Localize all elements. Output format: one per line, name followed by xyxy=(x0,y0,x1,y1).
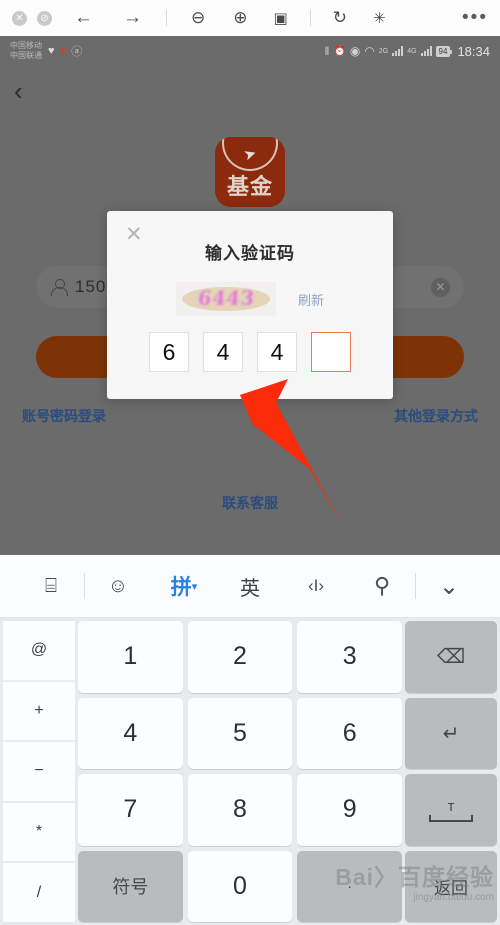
space-bar-icon xyxy=(429,814,473,822)
key-2[interactable]: 2 xyxy=(187,621,293,693)
person-icon xyxy=(50,278,68,296)
keyboard-toolbar: ⌸ ☺ 拼 ▾ 英 ‹I› ⚲ ⌄ xyxy=(0,555,500,618)
collapse-keyboard-icon[interactable]: ⌄ xyxy=(416,572,482,601)
account-icon: ⓐ xyxy=(71,46,83,58)
emoji-icon[interactable]: ☺ xyxy=(85,575,151,598)
app-back-icon[interactable]: ‹ xyxy=(14,78,23,104)
stop-glyph: ✕ xyxy=(12,10,27,26)
key-dot[interactable]: · xyxy=(297,850,403,922)
code-box-1[interactable]: 6 xyxy=(149,332,189,372)
browser-toolbar: ✕ ⊘ ← → ⊖ ⊕ ▣ ↻ ✳ ••• xyxy=(0,0,500,36)
voice-space-key[interactable]: ᴛ xyxy=(405,774,497,846)
captcha-image[interactable]: 6443 xyxy=(175,282,276,316)
zoom-in-icon[interactable]: ⊕ xyxy=(233,8,247,28)
return-key[interactable]: 返回 xyxy=(405,850,497,922)
more-options-button[interactable]: ••• xyxy=(462,8,488,27)
key-4[interactable]: 4 xyxy=(78,697,183,769)
key-9[interactable]: 9 xyxy=(297,774,403,846)
captcha-row: 6443 刷新 xyxy=(107,282,393,316)
search-icon[interactable]: ⚲ xyxy=(349,573,415,599)
dialog-title: 输入验证码 xyxy=(205,244,295,263)
carrier-1-label: 中国移动 xyxy=(10,41,42,50)
captcha-dialog: ✕ 输入验证码 6443 刷新 6 4 4 xyxy=(107,211,393,399)
operator-column: @ + − * / xyxy=(3,621,75,922)
key-8[interactable]: 8 xyxy=(187,774,293,846)
action-column: ⌫ ↵ ᴛ 返回 xyxy=(405,621,497,922)
code-box-3[interactable]: 4 xyxy=(257,332,297,372)
cursor-move-icon[interactable]: ‹I› xyxy=(283,576,349,596)
keyboard: ⌸ ☺ 拼 ▾ 英 ‹I› ⚲ ⌄ @ + − * / 1 2 3 4 5 6 … xyxy=(0,555,500,925)
close-icon[interactable]: ✕ xyxy=(125,224,143,245)
fit-width-icon[interactable]: ▣ xyxy=(274,9,288,27)
alarm-icon: ⏰ xyxy=(333,45,346,57)
key-1[interactable]: 1 xyxy=(78,621,183,693)
code-input-row: 6 4 4 xyxy=(107,332,393,372)
sim1-signal-icon xyxy=(392,46,404,56)
backspace-key[interactable]: ⌫ xyxy=(405,621,497,693)
magic-wand-icon[interactable]: ✳ xyxy=(373,9,386,27)
app-logo: ➤ 基金 xyxy=(215,137,285,207)
code-box-2[interactable]: 4 xyxy=(203,332,243,372)
keyboard-grid-icon[interactable]: ⌸ xyxy=(18,575,84,598)
number-column: 1 2 3 4 5 6 7 8 9 符号 0 · xyxy=(78,621,403,922)
number-row-1: 1 2 3 xyxy=(78,621,403,693)
heart-icon: ♥ xyxy=(48,45,55,57)
sim1-network-label: 2G xyxy=(378,47,389,55)
other-login-methods-link[interactable]: 其他登录方式 xyxy=(394,406,478,426)
key-at[interactable]: @ xyxy=(3,621,75,681)
chevron-down-icon: ▾ xyxy=(191,580,198,593)
clear-input-icon[interactable]: ✕ xyxy=(431,277,450,297)
back-arrow-icon[interactable]: ← xyxy=(74,7,93,29)
password-login-link[interactable]: 账号密码登录 xyxy=(22,406,106,426)
clock-label: 18:34 xyxy=(457,43,490,59)
battery-indicator: 94 xyxy=(435,45,453,57)
refresh-captcha-button[interactable]: 刷新 xyxy=(298,290,324,309)
enter-key[interactable]: ↵ xyxy=(405,697,497,769)
carrier-2-label: 中国联通 xyxy=(10,51,42,60)
microphone-icon: ᴛ xyxy=(447,797,455,815)
key-6[interactable]: 6 xyxy=(297,697,403,769)
notification-tray: ♥ ● ⓐ xyxy=(48,43,82,59)
key-plus[interactable]: + xyxy=(3,681,75,742)
key-5[interactable]: 5 xyxy=(187,697,293,769)
tab-pinyin[interactable]: 拼 ▾ xyxy=(151,571,217,601)
key-0[interactable]: 0 xyxy=(187,850,293,922)
app-icon: ● xyxy=(59,45,67,57)
sim2-network-label: 4G xyxy=(407,47,417,55)
zoom-out-icon[interactable]: ⊖ xyxy=(191,8,205,28)
number-row-4: 符号 0 · xyxy=(78,850,403,922)
screen: ✕ ⊘ ← → ⊖ ⊕ ▣ ↻ ✳ ••• 中国移动 中国联通 ♥ ● ⓐ ‖ … xyxy=(0,0,500,925)
app-logo-label: 基金 xyxy=(226,174,273,199)
captcha-text: 6443 xyxy=(196,288,256,310)
key-minus[interactable]: − xyxy=(3,742,75,802)
eye-icon: ◉ xyxy=(349,44,361,58)
key-slash[interactable]: / xyxy=(3,863,75,922)
wifi-icon: ◠ xyxy=(364,44,375,58)
contact-support-link[interactable]: 联系客服 xyxy=(0,493,500,513)
number-row-3: 7 8 9 xyxy=(78,774,403,846)
stop-icon[interactable]: ✕ xyxy=(12,10,27,26)
key-7[interactable]: 7 xyxy=(78,774,183,846)
login-links: 账号密码登录 其他登录方式 xyxy=(0,406,500,426)
tab-pinyin-label: 拼 xyxy=(170,576,192,599)
sim2-signal-icon xyxy=(420,46,432,56)
keyboard-body: @ + − * / 1 2 3 4 5 6 7 8 9 符号 0 · ⌫ ↵ ᴛ… xyxy=(0,618,500,925)
toolbar-divider-1 xyxy=(166,10,167,26)
carrier-labels: 中国移动 中国联通 xyxy=(10,41,42,61)
tab-english[interactable]: 英 xyxy=(217,572,283,601)
key-3[interactable]: 3 xyxy=(297,621,403,693)
status-indicators: ‖ ⏰ ◉ ◠ 2G 4G 94 18:34 xyxy=(324,44,490,59)
key-asterisk[interactable]: * xyxy=(3,802,75,863)
number-row-2: 4 5 6 xyxy=(78,697,403,769)
phone-input[interactable]: 150 xyxy=(75,277,106,297)
forward-arrow-icon[interactable]: → xyxy=(123,7,142,29)
block-icon[interactable]: ⊘ xyxy=(37,10,52,26)
toolbar-divider-2 xyxy=(309,10,311,26)
rotate-icon[interactable]: ↻ xyxy=(333,8,347,28)
code-box-4[interactable] xyxy=(311,332,351,372)
status-bar: 中国移动 中国联通 ♥ ● ⓐ ‖ ⏰ ◉ ◠ 2G 4G 94 18:34 xyxy=(0,36,500,66)
vibrate-icon: ‖ xyxy=(324,44,330,58)
key-symbols[interactable]: 符号 xyxy=(78,850,183,922)
block-glyph: ⊘ xyxy=(37,10,52,26)
